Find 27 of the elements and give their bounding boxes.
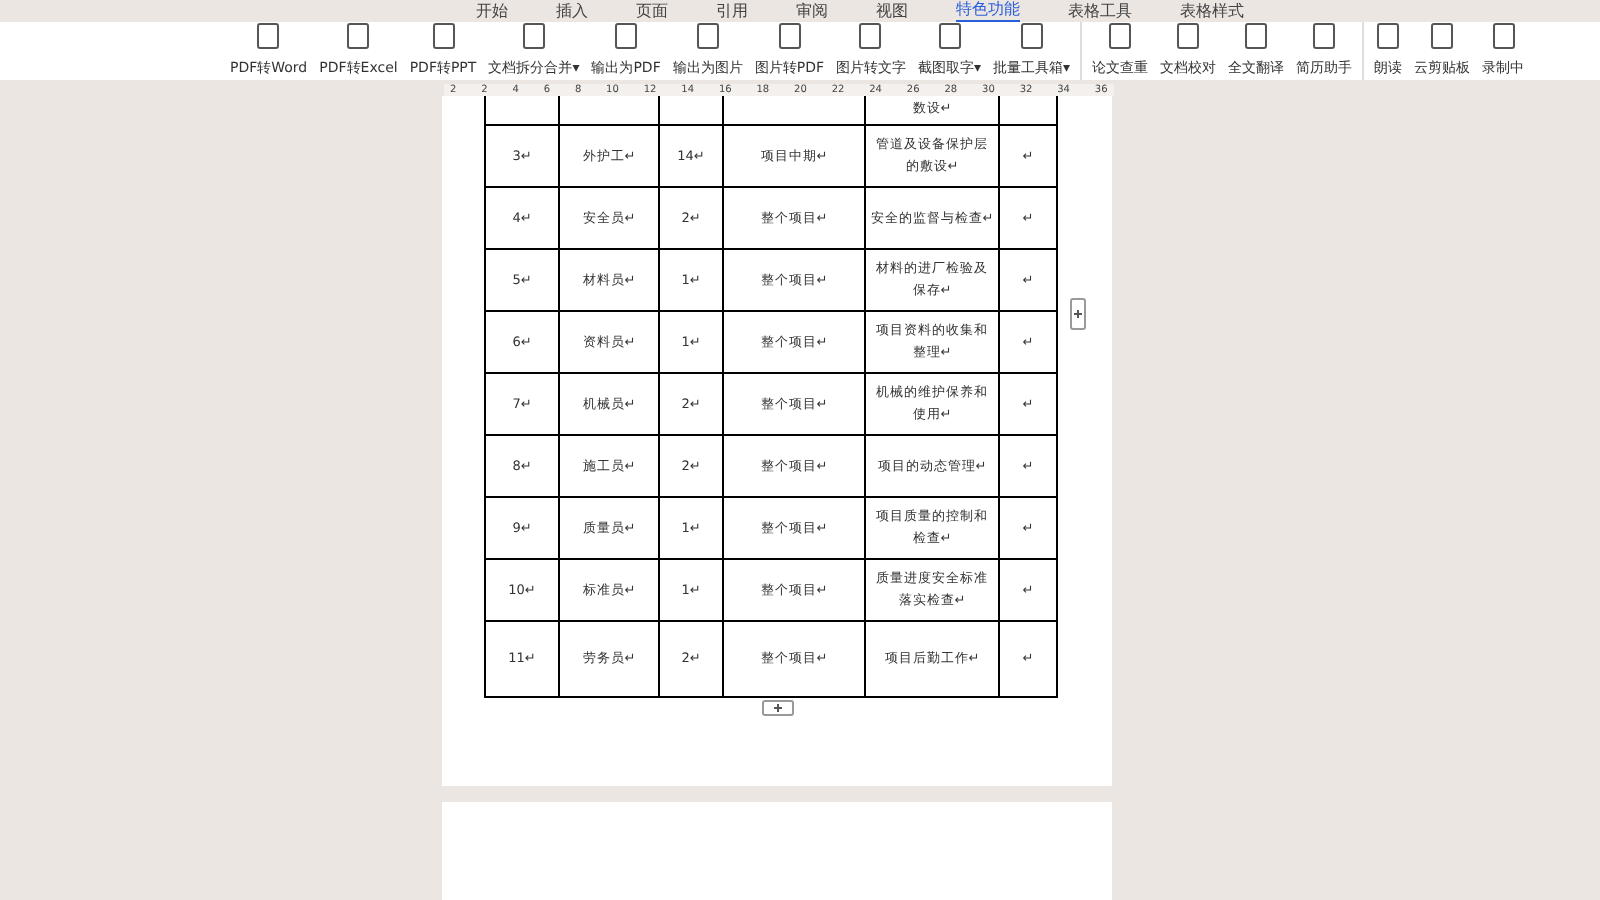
document-icon: [693, 22, 722, 50]
document-icon: [1106, 22, 1135, 50]
menu-tab[interactable]: 审阅: [796, 1, 828, 21]
add-row-icon[interactable]: [762, 699, 794, 715]
document-icon: [856, 22, 885, 50]
document-icon: [429, 22, 457, 50]
add-column-icon[interactable]: [1070, 297, 1086, 329]
menu-tab[interactable]: 开始: [476, 1, 508, 21]
document-icon: [344, 22, 373, 50]
document-icon: [519, 22, 548, 50]
menu-tab[interactable]: 表格样式: [1180, 1, 1244, 21]
document-icon: [1428, 22, 1457, 50]
document-icon: [612, 22, 641, 50]
menu-tab[interactable]: 视图: [876, 1, 908, 21]
menu-tab[interactable]: 插入: [556, 1, 588, 21]
document-icon: [775, 22, 804, 50]
menu-tab[interactable]: 引用: [716, 1, 748, 21]
document-icon: [1242, 22, 1271, 50]
document-icon: [1017, 22, 1046, 50]
document-icon: [935, 22, 964, 50]
document-icon: [1174, 22, 1203, 50]
menu-tab[interactable]: 页面: [636, 1, 668, 21]
document-icon: [1310, 22, 1339, 50]
document-icon: [1489, 22, 1518, 50]
document-icon: [1374, 22, 1403, 50]
document-icon: [254, 22, 283, 50]
menu-tab[interactable]: 表格工具: [1068, 1, 1132, 21]
